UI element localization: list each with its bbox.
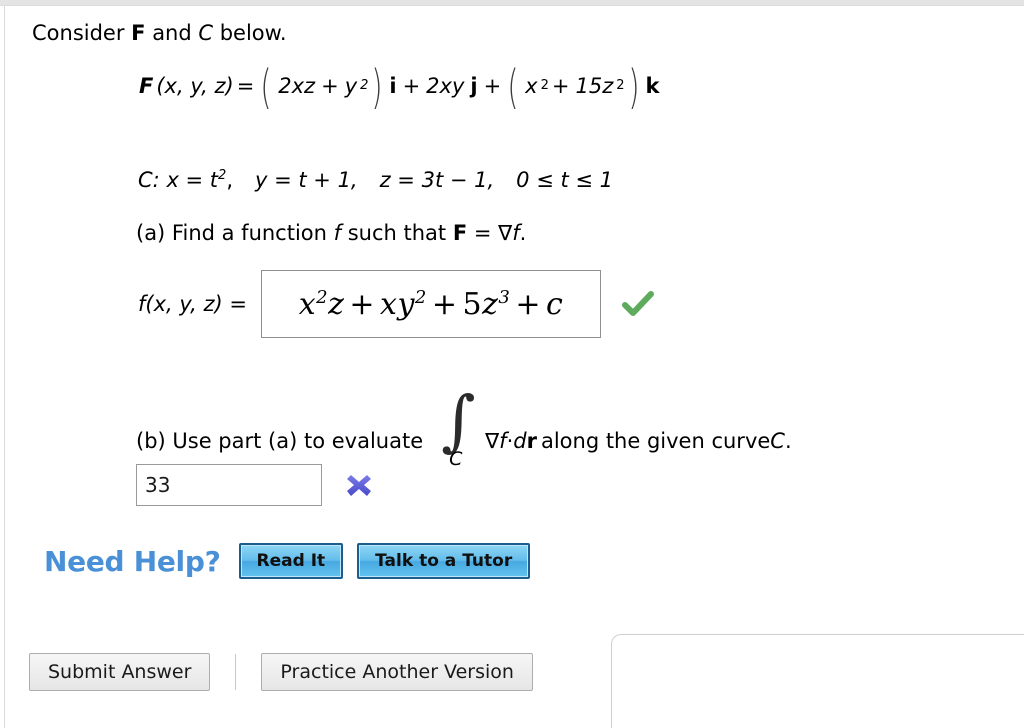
term-j-coefficient: 2xy <box>426 74 465 99</box>
part-a-period: . <box>519 221 527 245</box>
answer-op2: + <box>431 286 458 322</box>
equation-equals: = <box>236 74 255 99</box>
footer-actions: Submit Answer Practice Another Version <box>29 653 533 691</box>
intro-prefix: Consider <box>32 21 132 45</box>
intro-vector-F: F <box>131 21 146 45</box>
paren-open-1: ( <box>260 60 272 114</box>
blue-x-icon <box>347 475 371 496</box>
part-a-gradient-f: ∇f <box>498 221 520 245</box>
answer-term3-exponent: 3 <box>498 286 511 308</box>
part-a-equals: = <box>467 221 499 245</box>
curve-x-comma: , <box>226 168 234 192</box>
part-b-period: . <box>784 429 792 453</box>
group1-term2: y <box>344 74 358 99</box>
group2-term2: 15z <box>575 74 614 99</box>
paren-open-2: ( <box>507 60 519 114</box>
part-b-answer-input[interactable] <box>136 464 322 506</box>
answer-term1-tail: z <box>328 286 345 322</box>
answer-term1-base: x <box>298 286 317 322</box>
curve-label: C: <box>138 168 160 192</box>
group1-plus: + <box>321 74 339 99</box>
equation-plus-1: + <box>402 74 421 99</box>
integrand-dot: · <box>506 429 514 453</box>
read-it-button[interactable]: Read It <box>238 543 344 579</box>
answer-term1-exponent: 2 <box>316 286 329 308</box>
part-a-answer-expression: x2z + xy2 +5z3 + c <box>299 287 564 322</box>
integrand-vector-r: r <box>526 429 537 453</box>
answer-term2-exponent: 2 <box>414 286 427 308</box>
footer-divider <box>235 654 237 690</box>
curve-domain: 0 ≤ t ≤ 1 <box>516 168 614 192</box>
part-b-prefix: (b) Use part (a) to evaluate <box>136 429 424 453</box>
need-help-row: Need Help? Read It Talk to a Tutor <box>44 543 544 579</box>
answer-label-args: (x, y, z) = <box>145 292 248 316</box>
answer-term3-coefficient: 5 <box>462 286 483 322</box>
integral-sign: ∫ <box>441 382 476 459</box>
paren-close-2: ) <box>627 60 640 114</box>
page-frame <box>4 6 1024 728</box>
integrand-gradient-f: ∇f <box>485 429 507 453</box>
answer-op1: + <box>349 286 376 322</box>
equation-lhs-F: F <box>139 74 154 99</box>
secondary-panel <box>611 634 1024 728</box>
group1-term1: 2xz <box>278 74 316 99</box>
unit-vector-i: i <box>389 74 397 99</box>
green-check-icon <box>622 291 655 316</box>
need-help-label: Need Help? <box>44 544 221 578</box>
part-a-answer-box[interactable]: x2z + xy2 +5z3 + c <box>261 270 602 338</box>
curve-z-definition: z = 3t − 1, <box>379 168 495 192</box>
group2-term1: x <box>525 74 538 99</box>
vector-field-equation: F (x, y, z) = ( 2xz + y 2 ) i + 2xy j + ( x 2 +… <box>136 60 662 114</box>
part-a-mid: such that <box>341 221 453 245</box>
curve-x-definition: x = t <box>166 168 219 192</box>
intro-mid: and <box>145 21 199 45</box>
part-a-answer-label: f(x, y, z) = <box>138 292 261 316</box>
unit-vector-j: j <box>470 74 478 99</box>
part-a-F-symbol: F <box>452 221 468 245</box>
answer-op3: + <box>515 286 541 322</box>
curve-y-definition: y = t + 1, <box>255 168 358 192</box>
integral-subscript-C: C <box>449 448 463 470</box>
problem-intro: Consider F and C below. <box>32 18 287 48</box>
answer-term4: c <box>546 286 564 322</box>
talk-to-a-tutor-button[interactable]: Talk to a Tutor <box>357 543 531 579</box>
integral-symbol-group: ∫ C <box>437 388 479 478</box>
part-a-answer-row: f(x, y, z) = x2z + xy2 +5z3 + c <box>138 270 655 338</box>
practice-another-version-button[interactable]: Practice Another Version <box>261 653 533 691</box>
answer-term3-base: z <box>482 286 499 322</box>
part-b-curve-C: C <box>770 429 785 453</box>
intro-suffix: below. <box>213 21 287 45</box>
answer-term2-base: xy <box>380 286 415 322</box>
curve-parametrization: C: x = t2, y = t + 1, z = 3t − 1, 0 ≤ t ≤ 1 <box>138 168 613 192</box>
part-a-f-symbol: f <box>333 221 342 245</box>
part-a-prefix: (a) Find a function <box>136 221 334 245</box>
unit-vector-k: k <box>645 74 660 99</box>
part-b-answer-row <box>136 464 374 506</box>
equation-lhs-args: (x, y, z) <box>156 74 234 99</box>
submit-answer-button[interactable]: Submit Answer <box>29 653 211 691</box>
paren-close-1: ) <box>371 60 383 114</box>
part-a-prompt: (a) Find a function f such that F = ∇f. <box>136 221 526 245</box>
integrand-differential-d: d <box>513 429 527 453</box>
group2-plus: + <box>551 74 570 99</box>
intro-curve-C: C <box>198 21 214 45</box>
part-b-suffix: along the given curve <box>540 429 771 453</box>
equation-plus-2: + <box>483 74 502 99</box>
